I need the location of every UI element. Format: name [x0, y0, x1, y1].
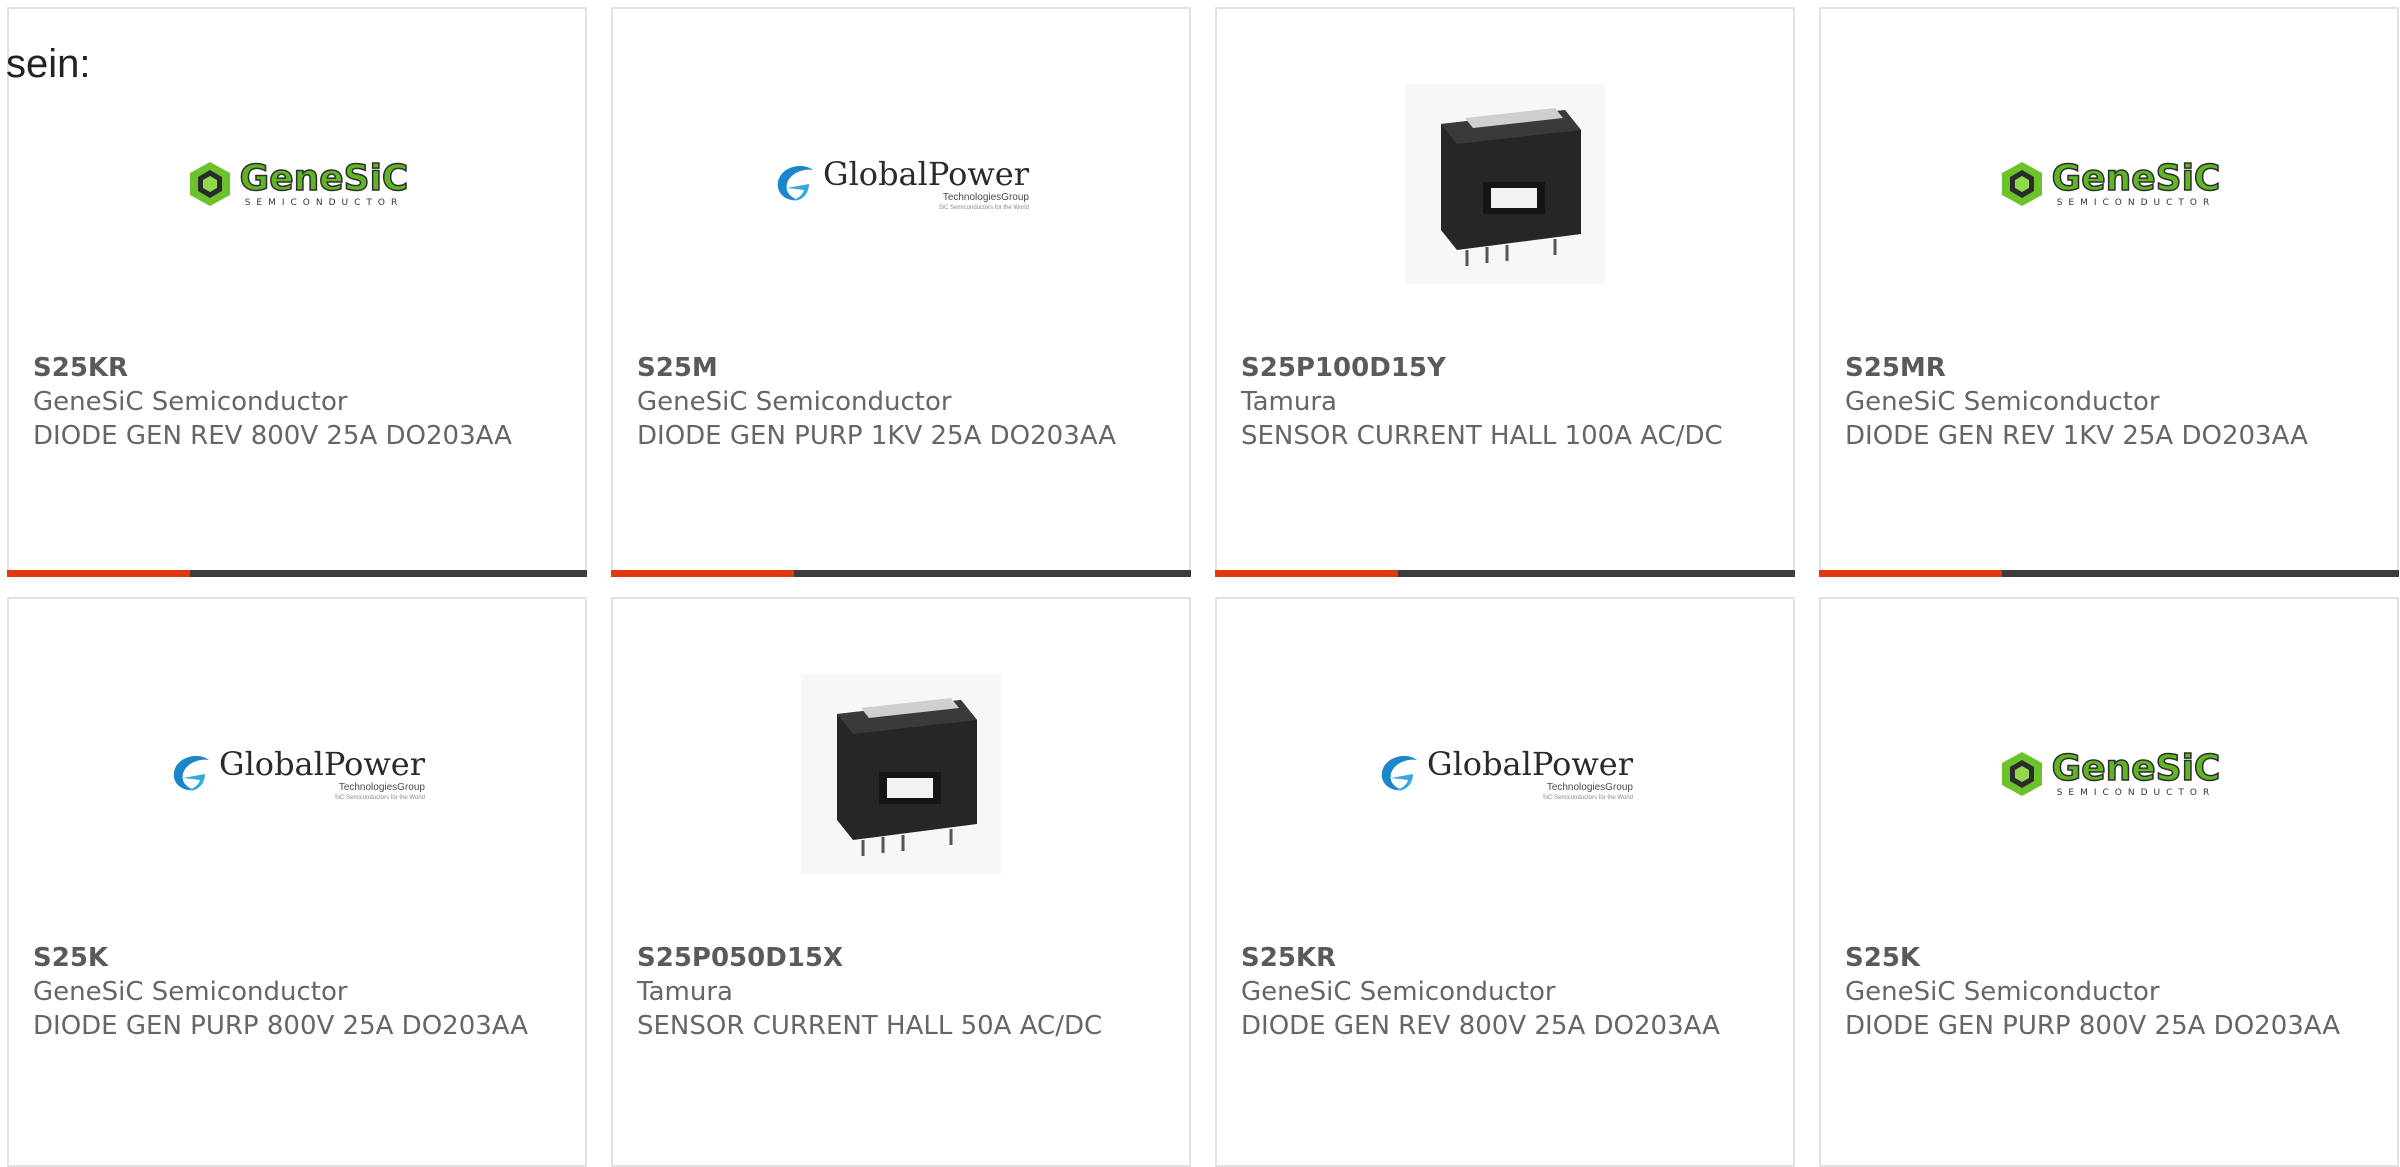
globalpower-swoosh-icon	[777, 166, 813, 201]
card-footer-bar	[7, 570, 587, 577]
logo-subtitle: TechnologiesGroup	[338, 782, 425, 793]
card-accent-bar	[7, 570, 190, 577]
globalpower-swoosh-icon	[173, 756, 209, 791]
manufacturer: GeneSiC Semiconductor	[33, 387, 348, 417]
description: DIODE GEN REV 800V 25A DO203AA	[1241, 1011, 1720, 1041]
genesic-logo: GeneSiC SEMICONDUCTOR	[1998, 158, 2221, 208]
logo-wordmark: GlobalPower	[1427, 745, 1633, 783]
product-image: GlobalPower TechnologiesGroup SiC Semico…	[9, 669, 585, 879]
current-sensor-photo	[801, 674, 1001, 874]
genesic-hexagon-icon	[2001, 752, 2042, 796]
product-image: GeneSiC SEMICONDUCTOR	[1821, 669, 2397, 879]
logo-wordmark: GeneSiC	[2051, 158, 2221, 199]
product-image: GeneSiC SEMICONDUCTOR	[9, 79, 585, 289]
current-sensor-photo	[1405, 84, 1605, 284]
logo-wordmark: GeneSiC	[2051, 748, 2221, 789]
part-number[interactable]: S25MR	[1845, 351, 2373, 385]
product-card[interactable]: GeneSiC SEMICONDUCTOR S25KR GeneSiC Semi…	[7, 7, 587, 577]
description: DIODE GEN PURP 800V 25A DO203AA	[33, 1011, 529, 1041]
manufacturer: Tamura	[1241, 387, 1337, 417]
globalpower-logo: GlobalPower TechnologiesGroup SiC Semico…	[773, 156, 1029, 212]
manufacturer: GeneSiC Semiconductor	[1241, 977, 1556, 1007]
part-number[interactable]: S25KR	[33, 351, 561, 385]
globalpower-swoosh-icon	[1381, 756, 1417, 791]
manufacturer: GeneSiC Semiconductor	[1845, 977, 2160, 1007]
product-image: GlobalPower TechnologiesGroup SiC Semico…	[1217, 669, 1793, 879]
logo-tagline: SiC Semiconductors for the World	[334, 795, 425, 801]
product-grid: GeneSiC SEMICONDUCTOR S25KR GeneSiC Semi…	[7, 7, 2399, 1167]
logo-subtitle: SEMICONDUCTOR	[244, 198, 404, 208]
logo-subtitle: TechnologiesGroup	[1546, 782, 1633, 793]
product-card[interactable]: GeneSiC SEMICONDUCTOR S25K GeneSiC Semic…	[1819, 597, 2399, 1167]
description: DIODE GEN REV 1KV 25A DO203AA	[1845, 421, 2308, 451]
card-accent-bar	[611, 570, 794, 577]
logo-tagline: SiC Semiconductors for the World	[1542, 795, 1633, 801]
product-card[interactable]: S25P050D15X Tamura SENSOR CURRENT HALL 5…	[611, 597, 1191, 1167]
product-card[interactable]: S25P100D15Y Tamura SENSOR CURRENT HALL 1…	[1215, 7, 1795, 577]
part-number[interactable]: S25P100D15Y	[1241, 351, 1769, 385]
product-card[interactable]: GlobalPower TechnologiesGroup SiC Semico…	[611, 7, 1191, 577]
manufacturer: GeneSiC Semiconductor	[1845, 387, 2160, 417]
part-number[interactable]: S25M	[637, 351, 1165, 385]
card-accent-bar	[1215, 570, 1398, 577]
card-accent-bar	[1819, 570, 2002, 577]
genesic-logo: GeneSiC SEMICONDUCTOR	[1998, 748, 2221, 798]
logo-subtitle: TechnologiesGroup	[942, 192, 1029, 203]
card-footer-bar	[1819, 570, 2399, 577]
part-number[interactable]: S25P050D15X	[637, 941, 1165, 975]
logo-wordmark: GeneSiC	[239, 158, 409, 199]
description: DIODE GEN REV 800V 25A DO203AA	[33, 421, 512, 451]
product-card[interactable]: GlobalPower TechnologiesGroup SiC Semico…	[1215, 597, 1795, 1167]
card-footer-bar	[1215, 570, 1795, 577]
manufacturer: Tamura	[637, 977, 733, 1007]
product-card[interactable]: GeneSiC SEMICONDUCTOR S25MR GeneSiC Semi…	[1819, 7, 2399, 577]
genesic-hexagon-icon	[189, 162, 230, 206]
logo-wordmark: GlobalPower	[823, 155, 1029, 193]
logo-wordmark: GlobalPower	[219, 745, 425, 783]
part-number[interactable]: S25K	[33, 941, 561, 975]
part-number[interactable]: S25KR	[1241, 941, 1769, 975]
globalpower-logo: GlobalPower TechnologiesGroup SiC Semico…	[1377, 746, 1633, 802]
manufacturer: GeneSiC Semiconductor	[637, 387, 952, 417]
product-image	[1217, 79, 1793, 289]
logo-tagline: SiC Semiconductors for the World	[938, 205, 1029, 211]
logo-subtitle: SEMICONDUCTOR	[2056, 788, 2216, 798]
card-footer-bar	[611, 570, 1191, 577]
part-number[interactable]: S25K	[1845, 941, 2373, 975]
product-image	[613, 669, 1189, 879]
description: DIODE GEN PURP 800V 25A DO203AA	[1845, 1011, 2341, 1041]
product-image: GeneSiC SEMICONDUCTOR	[1821, 79, 2397, 289]
manufacturer: GeneSiC Semiconductor	[33, 977, 348, 1007]
genesic-hexagon-icon	[2001, 162, 2042, 206]
description: SENSOR CURRENT HALL 100A AC/DC	[1241, 421, 1723, 451]
globalpower-logo: GlobalPower TechnologiesGroup SiC Semico…	[169, 746, 425, 802]
description: DIODE GEN PURP 1KV 25A DO203AA	[637, 421, 1117, 451]
intro-text: sein:	[6, 42, 91, 86]
product-image: GlobalPower TechnologiesGroup SiC Semico…	[613, 79, 1189, 289]
genesic-logo: GeneSiC SEMICONDUCTOR	[186, 158, 409, 208]
logo-subtitle: SEMICONDUCTOR	[2056, 198, 2216, 208]
description: SENSOR CURRENT HALL 50A AC/DC	[637, 1011, 1103, 1041]
product-card[interactable]: GlobalPower TechnologiesGroup SiC Semico…	[7, 597, 587, 1167]
